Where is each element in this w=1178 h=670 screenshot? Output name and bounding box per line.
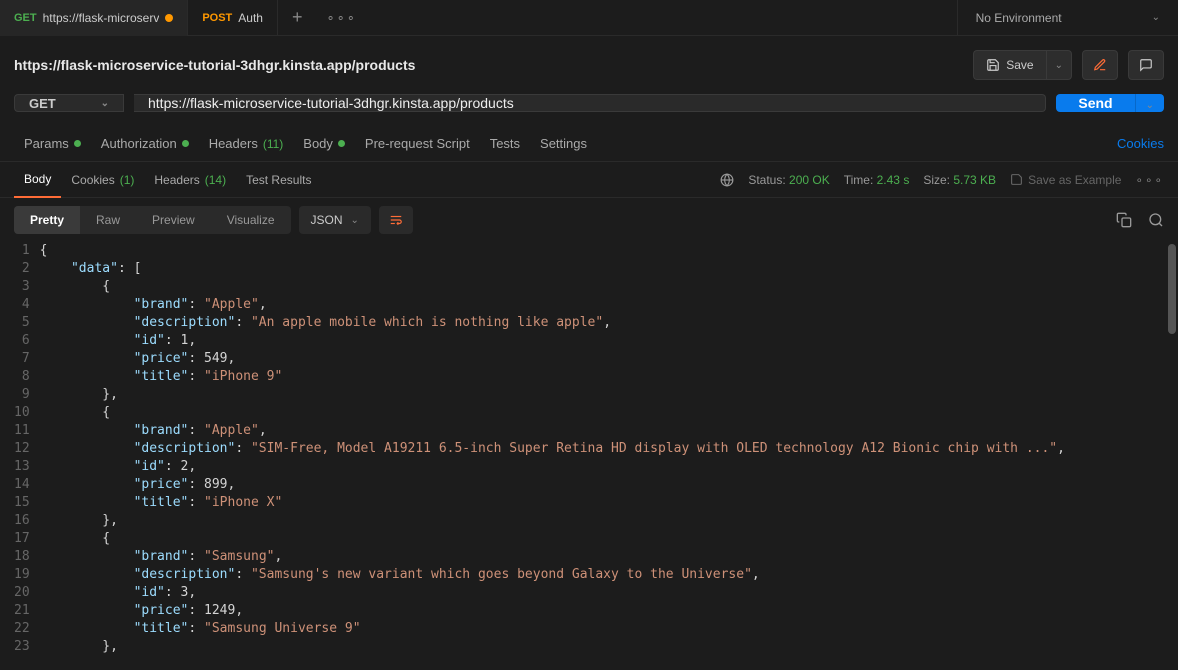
chevron-down-icon: ⌄: [1152, 12, 1160, 23]
status-meta: Status: 200 OK: [748, 173, 829, 187]
unsaved-indicator-icon: [165, 14, 173, 22]
resp-tab-testresults[interactable]: Test Results: [236, 162, 321, 198]
cookies-link[interactable]: Cookies: [1117, 136, 1164, 151]
resp-tab-body[interactable]: Body: [14, 162, 61, 198]
tab-headers[interactable]: Headers(11): [199, 126, 294, 162]
search-button[interactable]: [1148, 212, 1164, 228]
resp-tab-headers[interactable]: Headers(14): [144, 162, 236, 198]
method-selector[interactable]: GET ⌄: [14, 94, 124, 112]
save-icon: [986, 58, 1000, 72]
view-controls: Pretty Raw Preview Visualize JSON ⌄: [0, 198, 1178, 242]
environment-label: No Environment: [976, 11, 1062, 25]
tab-settings[interactable]: Settings: [530, 126, 597, 162]
view-raw[interactable]: Raw: [80, 206, 136, 234]
tab-params[interactable]: Params: [14, 126, 91, 162]
view-pretty[interactable]: Pretty: [14, 206, 80, 234]
comment-button[interactable]: [1128, 50, 1164, 80]
headers-count: (14): [205, 173, 226, 187]
active-dot-icon: [338, 140, 345, 147]
chevron-down-icon: ⌄: [1146, 100, 1154, 111]
tabs-bar: GET https://flask-microserv POST Auth + …: [0, 0, 1178, 36]
resp-tab-cookies[interactable]: Cookies(1): [61, 162, 144, 198]
response-tabs: Body Cookies(1) Headers(14) Test Results…: [0, 162, 1178, 198]
save-dropdown-button[interactable]: ⌄: [1046, 50, 1072, 80]
method-value: GET: [29, 96, 56, 111]
view-preview[interactable]: Preview: [136, 206, 211, 234]
wrap-icon: [389, 213, 403, 227]
copy-button[interactable]: [1116, 212, 1132, 228]
tab-request-2[interactable]: POST Auth: [188, 0, 278, 36]
chevron-down-icon: ⌄: [1055, 60, 1063, 71]
tab-method-badge: POST: [202, 12, 232, 24]
line-gutter: 1234567891011121314151617181920212223: [0, 242, 40, 654]
tab-label: Auth: [238, 11, 263, 25]
cookies-count: (1): [120, 173, 135, 187]
tab-tests[interactable]: Tests: [480, 126, 530, 162]
comment-icon: [1139, 58, 1153, 72]
send-dropdown-button[interactable]: ⌄: [1135, 94, 1164, 112]
time-meta: Time: 2.43 s: [844, 173, 910, 187]
send-button-group: Send ⌄: [1056, 94, 1164, 112]
active-dot-icon: [182, 140, 189, 147]
pencil-icon: [1093, 58, 1107, 72]
active-dot-icon: [74, 140, 81, 147]
request-title: https://flask-microservice-tutorial-3dhg…: [14, 57, 415, 73]
view-visualize[interactable]: Visualize: [211, 206, 291, 234]
search-icon: [1148, 212, 1164, 228]
tab-label: https://flask-microserv: [43, 11, 160, 25]
tab-method-badge: GET: [14, 12, 37, 24]
request-tabs: Params Authorization Headers(11) Body Pr…: [0, 126, 1178, 162]
globe-icon[interactable]: [720, 173, 734, 187]
response-body-viewer[interactable]: 1234567891011121314151617181920212223 { …: [0, 242, 1178, 654]
save-label: Save: [1006, 58, 1033, 72]
tab-authorization[interactable]: Authorization: [91, 126, 199, 162]
title-bar: https://flask-microservice-tutorial-3dhg…: [0, 36, 1178, 94]
send-button[interactable]: Send: [1056, 94, 1134, 112]
save-button[interactable]: Save: [973, 50, 1045, 80]
save-button-group: Save ⌄: [973, 50, 1072, 80]
format-selector[interactable]: JSON ⌄: [299, 206, 371, 234]
new-tab-button[interactable]: +: [278, 7, 317, 28]
response-more-button[interactable]: ∘∘∘: [1135, 173, 1164, 187]
chevron-down-icon: ⌄: [101, 98, 109, 109]
scrollbar-thumb[interactable]: [1168, 244, 1176, 334]
save-as-example-button[interactable]: Save as Example: [1010, 173, 1121, 187]
tab-prerequest[interactable]: Pre-request Script: [355, 126, 480, 162]
copy-icon: [1116, 212, 1132, 228]
size-meta: Size: 5.73 KB: [923, 173, 996, 187]
tab-overflow-button[interactable]: ∘∘∘: [316, 10, 366, 26]
environment-selector[interactable]: No Environment ⌄: [957, 0, 1178, 36]
url-input[interactable]: [134, 94, 1046, 112]
wrap-lines-button[interactable]: [379, 206, 413, 234]
chevron-down-icon: ⌄: [351, 215, 359, 226]
tab-request-1[interactable]: GET https://flask-microserv: [0, 0, 188, 36]
headers-count: (11): [263, 137, 283, 151]
save-icon: [1010, 173, 1023, 186]
request-row: GET ⌄ Send ⌄: [0, 94, 1178, 126]
edit-button[interactable]: [1082, 50, 1118, 80]
tab-body[interactable]: Body: [293, 126, 355, 162]
view-mode-segment: Pretty Raw Preview Visualize: [14, 206, 291, 234]
code-body: { "data": [ { "brand": "Apple", "descrip…: [40, 242, 1178, 654]
response-meta: Status: 200 OK Time: 2.43 s Size: 5.73 K…: [720, 173, 1164, 187]
